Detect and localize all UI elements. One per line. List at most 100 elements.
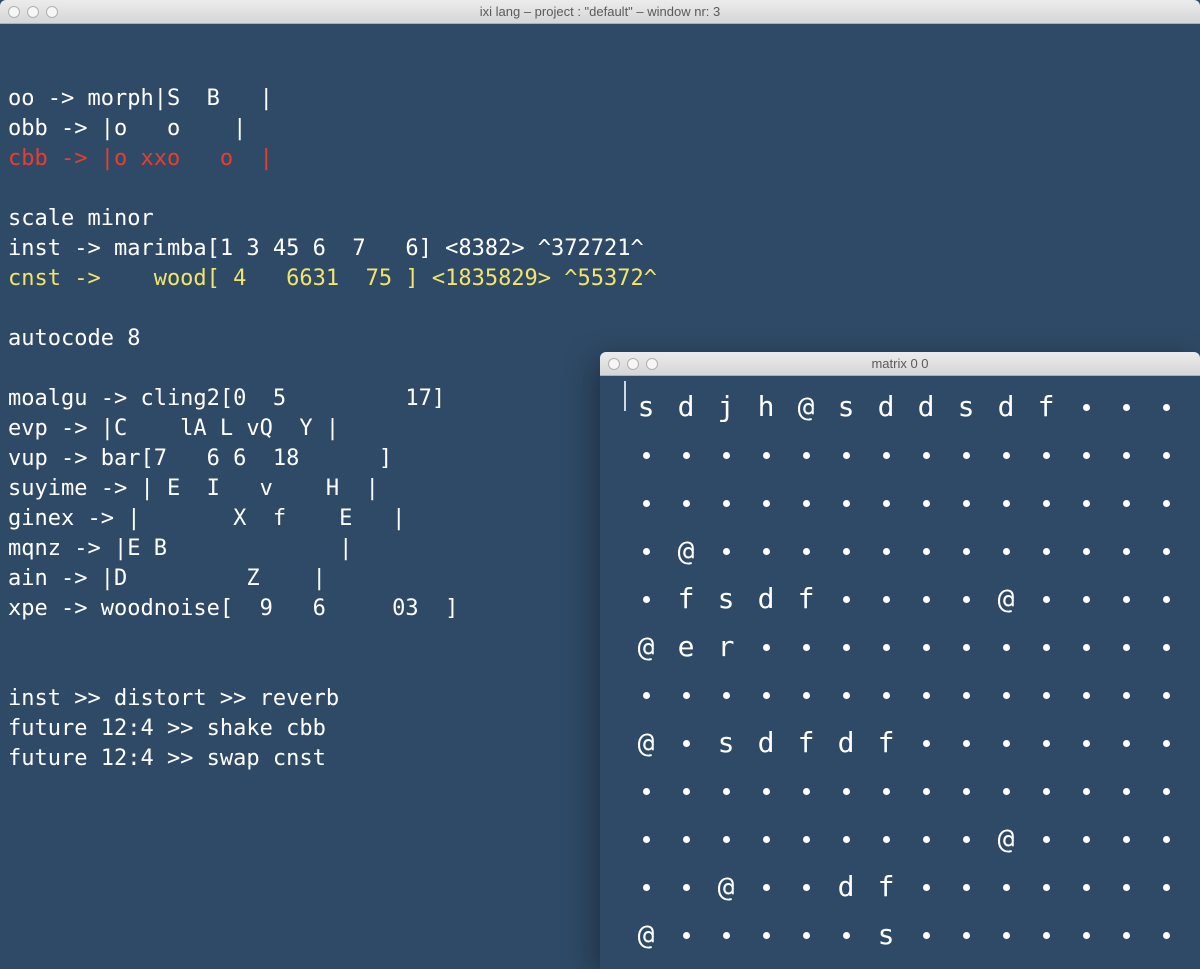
matrix-cell[interactable] [666,774,706,807]
matrix-cell[interactable] [1146,726,1186,759]
matrix-cell[interactable] [1026,822,1066,855]
matrix-cell[interactable] [1066,726,1106,759]
code-line[interactable]: cnst -> wood[ 4 6631 75 ] <1835829> ^553… [8,264,1192,294]
zoom-icon[interactable] [46,6,58,18]
matrix-cell[interactable] [986,726,1026,759]
matrix-cell[interactable] [746,918,786,951]
matrix-cell[interactable]: d [666,390,706,423]
matrix-cell[interactable] [986,774,1026,807]
matrix-cell[interactable]: d [746,726,786,759]
matrix-cell[interactable] [666,438,706,471]
matrix-cell[interactable] [746,678,786,711]
matrix-cell[interactable] [1066,534,1106,567]
matrix-cell[interactable]: d [906,390,946,423]
matrix-cell[interactable] [666,726,706,759]
matrix-cell[interactable]: s [706,582,746,615]
matrix-cell[interactable] [1106,726,1146,759]
matrix-cell[interactable] [826,822,866,855]
matrix-cell[interactable] [946,438,986,471]
matrix-cell[interactable]: s [866,918,906,951]
matrix-cell[interactable] [906,534,946,567]
matrix-cell[interactable] [1146,438,1186,471]
matrix-cell[interactable] [1146,486,1186,519]
matrix-cell[interactable] [1026,486,1066,519]
matrix-cell[interactable] [1146,774,1186,807]
matrix-cell[interactable] [746,870,786,903]
matrix-cell[interactable] [906,486,946,519]
matrix-cell[interactable] [946,822,986,855]
matrix-cell[interactable] [866,630,906,663]
matrix-cell[interactable]: f [1026,390,1066,423]
matrix-cell[interactable] [746,486,786,519]
matrix-cell[interactable] [1146,534,1186,567]
matrix-cell[interactable] [1146,390,1186,423]
matrix-cell[interactable]: f [666,582,706,615]
matrix-cell[interactable] [906,822,946,855]
matrix-cell[interactable] [706,438,746,471]
matrix-cell[interactable] [906,726,946,759]
zoom-icon[interactable] [646,358,658,370]
matrix-cell[interactable] [946,870,986,903]
matrix-cell[interactable] [986,534,1026,567]
matrix-cell[interactable] [986,630,1026,663]
code-line[interactable]: inst -> marimba[1 3 45 6 7 6] <8382> ^37… [8,234,1192,264]
matrix-cell[interactable] [706,822,746,855]
minimize-icon[interactable] [27,6,39,18]
matrix-cell[interactable] [786,486,826,519]
matrix-cell[interactable] [626,534,666,567]
matrix-cell[interactable] [906,630,946,663]
main-titlebar[interactable]: ixi lang – project : "default" – window … [0,0,1200,24]
matrix-cell[interactable] [666,918,706,951]
code-line[interactable]: cbb -> |o xxo o | [8,144,1192,174]
matrix-cell[interactable] [706,678,746,711]
matrix-cell[interactable] [1026,726,1066,759]
close-icon[interactable] [8,6,20,18]
matrix-cell[interactable] [1146,678,1186,711]
matrix-cell[interactable] [626,774,666,807]
matrix-cell[interactable] [1066,486,1106,519]
matrix-cell[interactable]: @ [626,918,666,951]
code-line[interactable]: obb -> |o o | [8,114,1192,144]
matrix-cell[interactable] [1146,870,1186,903]
matrix-cell[interactable] [1066,390,1106,423]
matrix-cell[interactable] [626,486,666,519]
matrix-cell[interactable] [946,726,986,759]
matrix-cell[interactable]: s [826,390,866,423]
matrix-cell[interactable] [746,774,786,807]
code-line[interactable]: autocode 8 [8,324,1192,354]
matrix-cell[interactable] [986,678,1026,711]
matrix-cell[interactable]: @ [666,534,706,567]
matrix-cell[interactable] [626,438,666,471]
matrix-cell[interactable] [1106,390,1146,423]
matrix-cell[interactable] [706,486,746,519]
matrix-cell[interactable] [626,582,666,615]
matrix-cell[interactable]: r [706,630,746,663]
code-line[interactable] [8,174,1192,204]
matrix-cell[interactable] [866,678,906,711]
matrix-cell[interactable]: @ [986,822,1026,855]
matrix-cell[interactable] [1106,486,1146,519]
matrix-cell[interactable]: f [866,870,906,903]
matrix-cell[interactable] [1026,870,1066,903]
matrix-cell[interactable] [1146,822,1186,855]
matrix-cell[interactable] [746,630,786,663]
matrix-cell[interactable] [746,438,786,471]
matrix-cell[interactable] [986,438,1026,471]
matrix-cell[interactable] [946,582,986,615]
matrix-cell[interactable] [1026,678,1066,711]
matrix-cell[interactable] [1026,438,1066,471]
code-line[interactable] [8,294,1192,324]
close-icon[interactable] [608,358,620,370]
matrix-cell[interactable] [826,582,866,615]
matrix-cell[interactable] [786,678,826,711]
matrix-cell[interactable]: s [946,390,986,423]
matrix-cell[interactable]: d [826,870,866,903]
matrix-cell[interactable] [826,774,866,807]
matrix-cell[interactable]: @ [626,630,666,663]
matrix-cell[interactable]: d [746,582,786,615]
matrix-cell[interactable] [1106,582,1146,615]
matrix-cell[interactable] [1106,774,1146,807]
matrix-cell[interactable] [1106,870,1146,903]
matrix-cell[interactable] [946,774,986,807]
matrix-cell[interactable] [1026,918,1066,951]
